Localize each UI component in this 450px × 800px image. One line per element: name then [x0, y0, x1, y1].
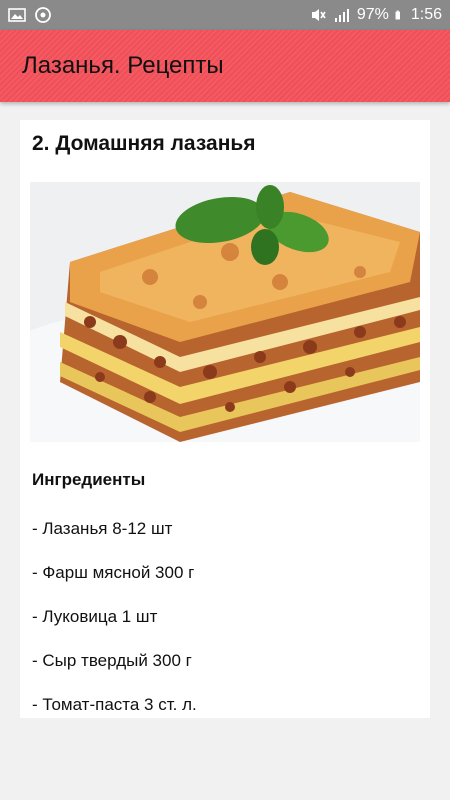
list-item: - Сыр твердый 300 г	[32, 651, 192, 670]
mute-icon	[311, 9, 326, 21]
signal-icon	[334, 9, 349, 22]
list-item: - Фарш мясной 300 г	[32, 563, 195, 582]
battery-percent: 97%	[356, 6, 389, 23]
recipe-card: 2. Домашняя лазанья Ингредиенты - Лазань…	[20, 120, 430, 718]
gallery-icon	[8, 8, 26, 22]
recipe-title: 2. Домашняя лазанья	[32, 132, 256, 155]
list-item: - Луковица 1 шт	[32, 607, 158, 626]
list-item: - Томат-паста 3 ст. л.	[32, 695, 197, 714]
ingredients-heading: Ингредиенты	[32, 470, 146, 489]
app-bar: Лазанья. Рецепты	[0, 30, 450, 102]
status-bar: 97% 1:56	[0, 0, 450, 30]
list-item: - Лазанья 8-12 шт	[32, 519, 173, 538]
sync-icon	[35, 7, 51, 23]
clock: 1:56	[410, 6, 442, 23]
app-title: Лазанья. Рецепты	[22, 52, 224, 79]
lasagna-image	[30, 182, 420, 442]
battery-icon	[395, 10, 400, 20]
ingredients-list: - Лазанья 8-12 шт - Фарш мясной 300 г - …	[32, 518, 197, 738]
